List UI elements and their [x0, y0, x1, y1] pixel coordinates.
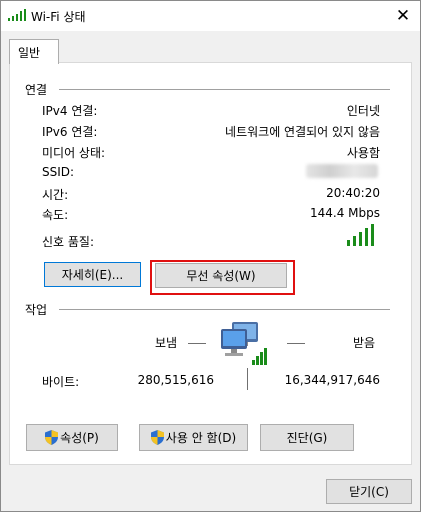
sent-label: 보냄 [155, 336, 178, 350]
uac-shield-icon [150, 430, 164, 445]
ipv6-label: IPv6 연결: [42, 125, 98, 139]
bytes-label: 바이트: [42, 375, 80, 389]
connection-group-title: 연결 [25, 83, 48, 97]
speed-value: 144.4 Mbps [309, 206, 380, 220]
ipv6-value: 네트워크에 연결되어 있지 않음 [225, 125, 380, 139]
media-state-value: 사용함 [346, 146, 380, 160]
properties-button-label: 속성(P) [60, 431, 99, 445]
activity-group-title: 작업 [25, 303, 48, 317]
wireless-properties-button[interactable]: 무선 속성(W) [155, 263, 287, 288]
ipv4-value: 인터넷 [346, 104, 380, 118]
details-button[interactable]: 자세히(E)... [44, 262, 141, 287]
uac-shield-icon [45, 430, 59, 445]
received-line [287, 343, 305, 344]
disable-button[interactable]: 사용 안 함(D) [139, 424, 248, 451]
received-label: 받음 [353, 336, 376, 350]
bytes-received-value: 16,344,917,646 [284, 373, 380, 387]
close-button[interactable]: 닫기(C) [326, 479, 412, 504]
tab-general-label: 일반 [18, 46, 41, 60]
close-icon: ✕ [395, 5, 411, 26]
ssid-value-redacted [306, 164, 378, 178]
duration-label: 시간: [42, 188, 69, 202]
ssid-label: SSID: [42, 165, 75, 179]
signal-quality-label: 신호 품질: [42, 235, 95, 249]
connection-divider [59, 89, 390, 90]
network-computers-icon [218, 320, 270, 366]
bytes-sent-value: 280,515,616 [137, 373, 214, 387]
media-state-label: 미디어 상태: [42, 146, 106, 160]
close-window-button[interactable]: ✕ [386, 1, 420, 30]
activity-divider [59, 309, 390, 310]
ipv4-label: IPv4 연결: [42, 104, 98, 118]
wireless-properties-button-label: 무선 속성(W) [186, 269, 256, 283]
duration-value: 20:40:20 [326, 186, 380, 200]
close-button-label: 닫기(C) [349, 485, 389, 499]
details-button-label: 자세히(E)... [61, 268, 124, 282]
speed-label: 속도: [42, 208, 69, 222]
window-title: Wi-Fi 상태 [31, 10, 86, 24]
diagnose-button-label: 진단(G) [286, 431, 328, 445]
diagnose-button[interactable]: 진단(G) [260, 424, 354, 451]
bytes-separator [247, 368, 248, 390]
wifi-signal-icon [8, 9, 26, 21]
tab-general[interactable]: 일반 [9, 39, 59, 64]
signal-strength-icon [347, 224, 377, 246]
properties-button[interactable]: 속성(P) [26, 424, 118, 451]
disable-button-label: 사용 안 함(D) [165, 431, 237, 445]
sent-line [188, 343, 206, 344]
